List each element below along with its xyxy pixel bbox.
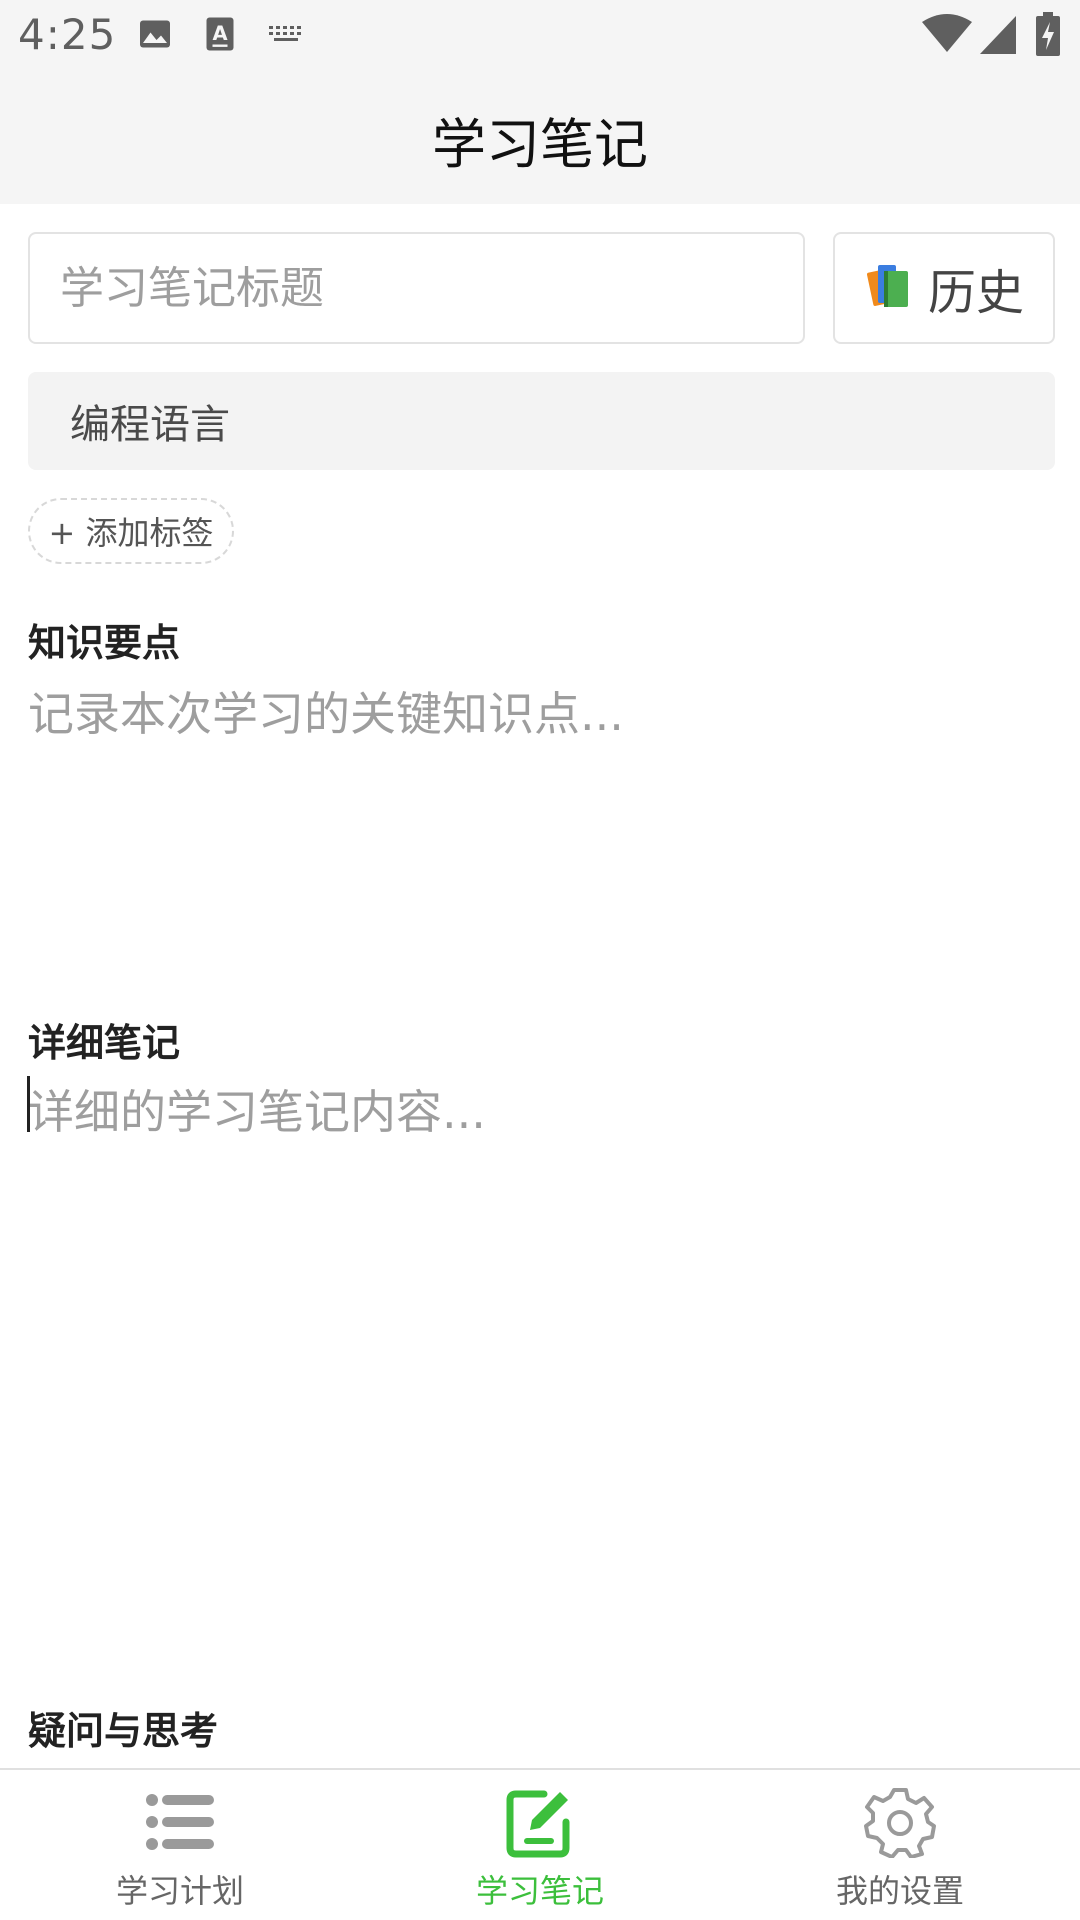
nav-label: 学习计划	[115, 1872, 244, 1910]
image-icon	[137, 16, 173, 56]
history-button[interactable]: 历史	[833, 232, 1055, 344]
books-icon	[864, 261, 914, 315]
svg-text:A: A	[212, 22, 227, 45]
note-title-input[interactable]	[28, 232, 805, 344]
edit-note-icon	[504, 1786, 576, 1858]
key-points-heading: 知识要点	[28, 621, 181, 665]
category-select[interactable]: 编程语言	[28, 372, 1055, 470]
nav-item-study-notes[interactable]: 学习笔记	[360, 1770, 720, 1920]
details-heading: 详细笔记	[28, 1021, 181, 1065]
history-label: 历史	[927, 265, 1024, 321]
page-title: 学习笔记	[432, 113, 648, 176]
add-tag-label: + 添加标签	[48, 514, 214, 552]
signal-icon	[980, 16, 1016, 58]
details-textarea[interactable]	[28, 1082, 1055, 1642]
questions-heading: 疑问与思考	[28, 1709, 219, 1753]
bottom-nav: 学习计划 学习笔记 我的设置	[0, 1768, 1080, 1920]
key-points-textarea[interactable]	[28, 684, 1055, 984]
battery-charging-icon	[1036, 12, 1060, 60]
nav-item-my-settings[interactable]: 我的设置	[720, 1770, 1080, 1920]
nav-label: 学习笔记	[475, 1872, 604, 1910]
text-cursor	[27, 1076, 30, 1132]
app-header: 学习笔记	[0, 72, 1080, 204]
status-time: 4:25	[18, 10, 117, 59]
wifi-icon	[922, 14, 972, 58]
keyboard-icon	[268, 24, 306, 50]
list-icon	[144, 1786, 216, 1858]
text-a-icon: A	[204, 16, 236, 56]
category-value: 编程语言	[70, 402, 230, 448]
status-bar: 4:25 A	[0, 0, 1080, 72]
nav-item-study-plan[interactable]: 学习计划	[0, 1770, 360, 1920]
nav-label: 我的设置	[835, 1872, 964, 1910]
add-tag-button[interactable]: + 添加标签	[28, 498, 234, 564]
gear-icon	[864, 1786, 936, 1859]
